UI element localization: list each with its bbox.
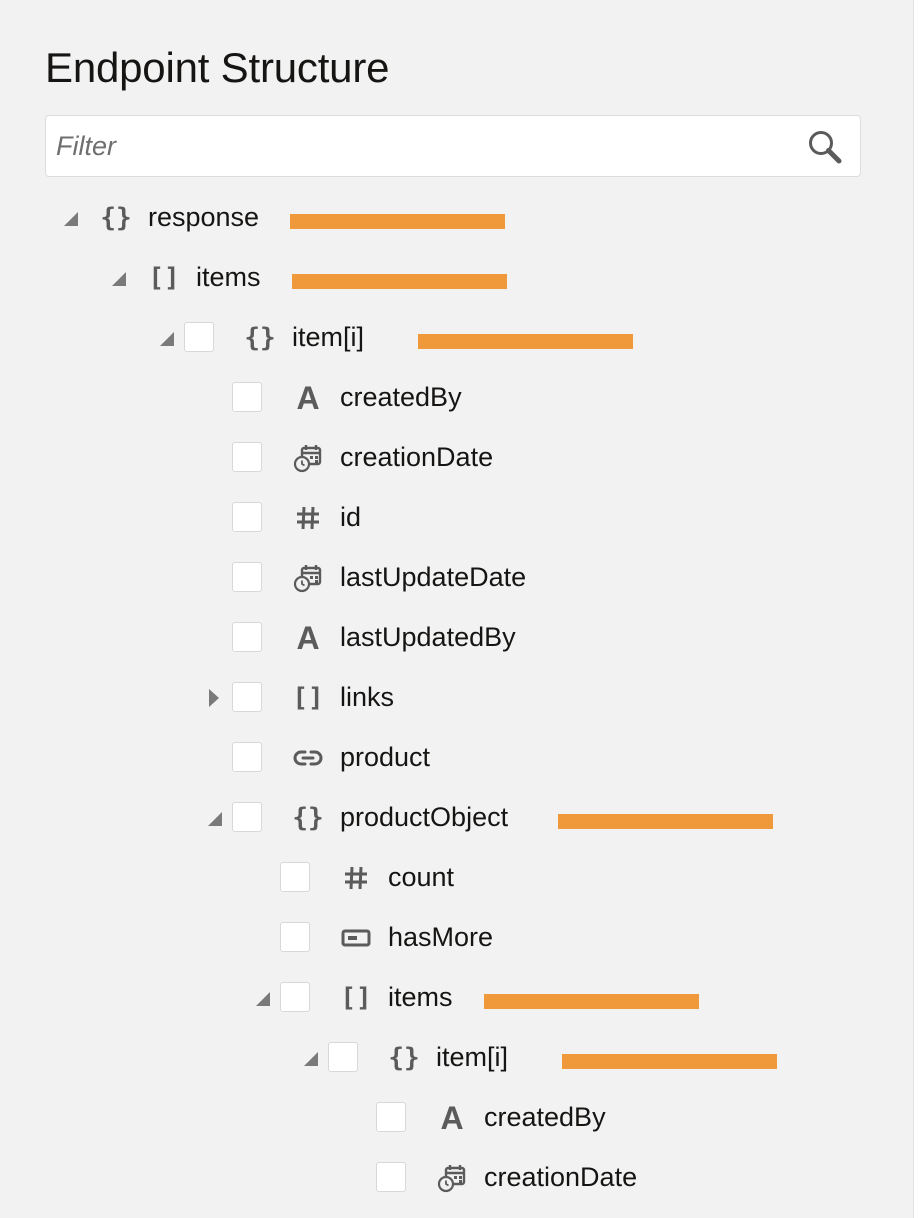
highlight-bar bbox=[484, 994, 699, 1009]
tree-node-creationdate[interactable]: creationDate bbox=[0, 1148, 910, 1208]
tree-node-items[interactable]: [] items bbox=[0, 248, 910, 308]
node-label[interactable]: response bbox=[148, 201, 259, 233]
panel-title: Endpoint Structure bbox=[45, 44, 390, 91]
collapse-toggle-icon[interactable] bbox=[58, 206, 82, 230]
search-icon[interactable] bbox=[806, 128, 846, 166]
filter-input[interactable] bbox=[56, 124, 796, 168]
tree-node-itemi[interactable]: {} item[i] bbox=[0, 1028, 910, 1088]
node-label[interactable]: creationDate bbox=[484, 1161, 637, 1193]
node-checkbox[interactable] bbox=[376, 1162, 406, 1192]
collapse-toggle-icon[interactable] bbox=[298, 1046, 322, 1070]
tree-node-itemi[interactable]: {} item[i] bbox=[0, 308, 910, 368]
tree-node-lastupdatedby[interactable]: AlastUpdatedBy bbox=[0, 608, 910, 668]
node-checkbox[interactable] bbox=[232, 502, 262, 532]
letter-a-icon: A bbox=[296, 380, 320, 416]
expand-toggle-icon[interactable] bbox=[202, 686, 226, 710]
link-icon bbox=[292, 742, 324, 774]
highlight-bar bbox=[290, 214, 505, 229]
tree-node-lastupdatedate[interactable]: lastUpdateDate bbox=[0, 548, 910, 608]
calendar-clock-icon bbox=[292, 442, 324, 474]
tree-node-createdby[interactable]: AcreatedBy bbox=[0, 1088, 910, 1148]
tree-node-product[interactable]: product bbox=[0, 728, 910, 788]
node-label[interactable]: product bbox=[340, 741, 430, 773]
node-checkbox[interactable] bbox=[232, 802, 262, 832]
node-label[interactable]: items bbox=[388, 981, 453, 1013]
highlight-bar bbox=[562, 1054, 777, 1069]
node-label[interactable]: links bbox=[340, 681, 394, 713]
collapse-toggle-icon[interactable] bbox=[154, 326, 178, 350]
collapse-toggle-icon[interactable] bbox=[250, 986, 274, 1010]
tree-node-links[interactable]: [] links bbox=[0, 668, 910, 728]
node-label[interactable]: item[i] bbox=[436, 1041, 508, 1073]
highlight-bar bbox=[558, 814, 773, 829]
tree-node-creationdate[interactable]: creationDate bbox=[0, 428, 910, 488]
node-label[interactable]: productObject bbox=[340, 801, 508, 833]
curly-braces-icon: {} bbox=[388, 1043, 420, 1073]
node-checkbox[interactable] bbox=[184, 322, 214, 352]
endpoint-tree: {} response[] items{} item[i] AcreatedBy crea… bbox=[0, 188, 910, 1208]
node-label[interactable]: item[i] bbox=[292, 321, 364, 353]
tree-node-createdby[interactable]: AcreatedBy bbox=[0, 368, 910, 428]
square-brackets-icon: [] bbox=[340, 983, 372, 1013]
hash-icon bbox=[340, 862, 372, 894]
tree-node-response[interactable]: {} response bbox=[0, 188, 910, 248]
calendar-clock-icon bbox=[436, 1162, 468, 1194]
node-checkbox[interactable] bbox=[280, 862, 310, 892]
collapse-toggle-icon[interactable] bbox=[202, 806, 226, 830]
toggle-box-icon bbox=[340, 922, 372, 954]
panel-right-edge bbox=[913, 0, 918, 1218]
node-checkbox[interactable] bbox=[376, 1102, 406, 1132]
node-checkbox[interactable] bbox=[232, 682, 262, 712]
tree-node-hasmore[interactable]: hasMore bbox=[0, 908, 910, 968]
square-brackets-icon: [] bbox=[148, 263, 180, 293]
filter-box bbox=[45, 115, 861, 177]
curly-braces-icon: {} bbox=[292, 803, 324, 833]
curly-braces-icon: {} bbox=[100, 203, 132, 233]
tree-node-count[interactable]: count bbox=[0, 848, 910, 908]
tree-node-id[interactable]: id bbox=[0, 488, 910, 548]
node-checkbox[interactable] bbox=[280, 922, 310, 952]
node-label[interactable]: id bbox=[340, 501, 361, 533]
node-label[interactable]: createdBy bbox=[484, 1101, 606, 1133]
node-checkbox[interactable] bbox=[232, 742, 262, 772]
tree-node-items[interactable]: [] items bbox=[0, 968, 910, 1028]
node-checkbox[interactable] bbox=[232, 442, 262, 472]
collapse-toggle-icon[interactable] bbox=[106, 266, 130, 290]
letter-a-icon: A bbox=[296, 620, 320, 656]
curly-braces-icon: {} bbox=[244, 323, 276, 353]
letter-a-icon: A bbox=[440, 1100, 464, 1136]
node-checkbox[interactable] bbox=[232, 382, 262, 412]
node-label[interactable]: hasMore bbox=[388, 921, 493, 953]
node-label[interactable]: lastUpdatedBy bbox=[340, 621, 516, 653]
node-label[interactable]: createdBy bbox=[340, 381, 462, 413]
node-label[interactable]: items bbox=[196, 261, 261, 293]
calendar-clock-icon bbox=[292, 562, 324, 594]
node-label[interactable]: lastUpdateDate bbox=[340, 561, 526, 593]
node-label[interactable]: count bbox=[388, 861, 454, 893]
square-brackets-icon: [] bbox=[292, 683, 324, 713]
tree-node-productobject[interactable]: {} productObject bbox=[0, 788, 910, 848]
node-checkbox[interactable] bbox=[232, 562, 262, 592]
node-checkbox[interactable] bbox=[232, 622, 262, 652]
highlight-bar bbox=[292, 274, 507, 289]
node-checkbox[interactable] bbox=[328, 1042, 358, 1072]
node-label[interactable]: creationDate bbox=[340, 441, 493, 473]
highlight-bar bbox=[418, 334, 633, 349]
node-checkbox[interactable] bbox=[280, 982, 310, 1012]
hash-icon bbox=[292, 502, 324, 534]
